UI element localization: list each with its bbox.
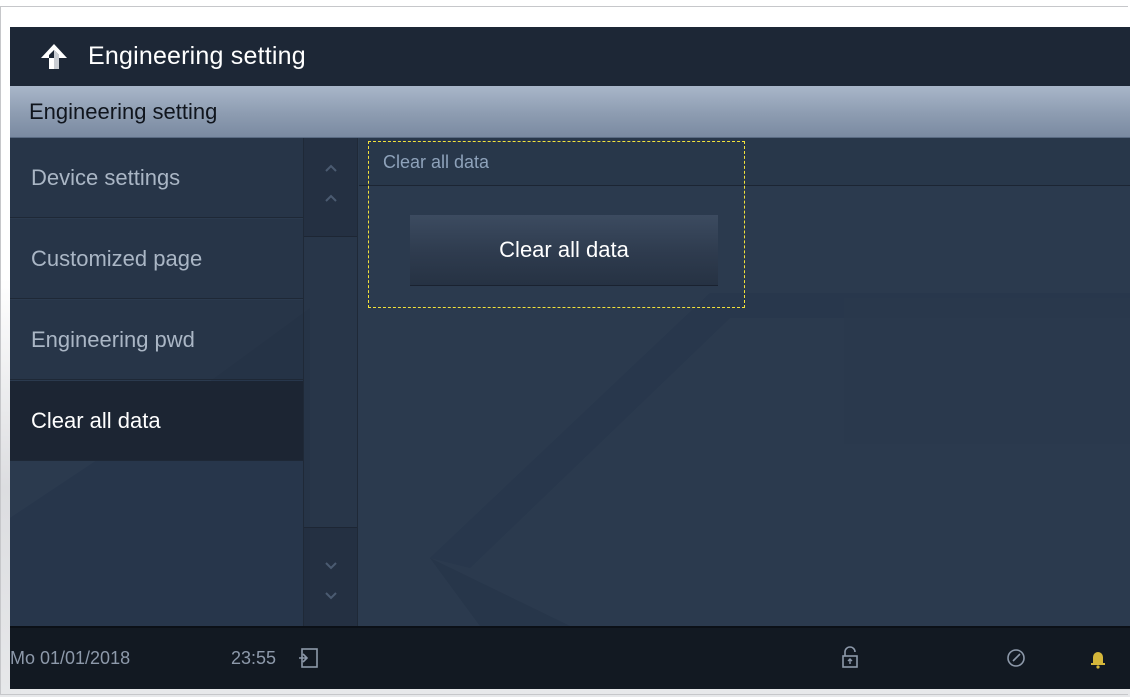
chevron-down-icon [324, 562, 337, 600]
clear-all-data-button[interactable]: Clear all data [410, 215, 718, 286]
content-area: Device settings Customized page Engineer… [10, 138, 1130, 626]
clock-icon[interactable] [1003, 645, 1029, 671]
sidebar-item-customized-page[interactable]: Customized page [10, 219, 303, 299]
unlock-icon[interactable] [837, 645, 863, 671]
device-screen: Engineering setting Engineering setting … [10, 27, 1130, 689]
title-bar: Engineering setting [10, 27, 1130, 86]
sidebar-item-clear-all-data[interactable]: Clear all data [10, 381, 303, 461]
clear-all-data-button-label: Clear all data [499, 237, 629, 262]
background-panel-shape [844, 298, 1130, 444]
sub-header: Engineering setting [10, 86, 1130, 138]
status-bar: Mo 01/01/2018 23:55 [10, 626, 1130, 689]
panel-header-label: Clear all data [383, 152, 490, 172]
page-title: Engineering setting [88, 42, 306, 70]
chevron-up-icon [324, 164, 337, 202]
sidebar-item-device-settings[interactable]: Device settings [10, 138, 303, 218]
sidebar: Device settings Customized page Engineer… [10, 138, 303, 626]
sidebar-item-label: Clear all data [31, 407, 161, 433]
bell-icon[interactable] [1085, 645, 1111, 671]
settings-panel: Clear all data Clear all data [359, 138, 1130, 626]
scrollbar [303, 138, 358, 626]
status-date: Mo 01/01/2018 [10, 648, 131, 668]
back-arrow-icon [41, 43, 67, 69]
sidebar-item-label: Device settings [31, 164, 181, 190]
back-button[interactable] [36, 39, 72, 75]
panel-header: Clear all data [359, 138, 1130, 186]
status-time: 23:55 [231, 648, 277, 668]
sidebar-item-label: Engineering pwd [31, 326, 195, 352]
exit-icon[interactable] [296, 645, 322, 671]
sidebar-item-engineering-pwd[interactable]: Engineering pwd [10, 300, 303, 380]
scroll-up-button[interactable] [304, 138, 357, 237]
scroll-down-button[interactable] [304, 527, 357, 626]
sidebar-item-label: Customized page [31, 245, 203, 271]
sub-header-label: Engineering setting [29, 98, 218, 124]
